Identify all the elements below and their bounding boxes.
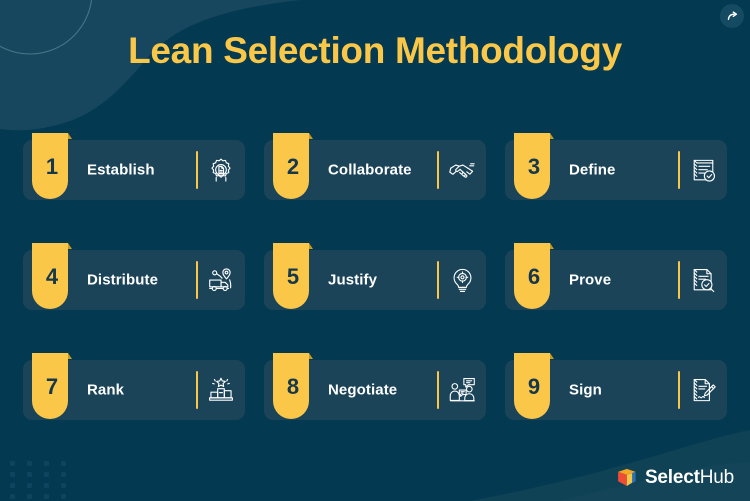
checklist-check-icon <box>686 153 720 187</box>
step-number-badge: 2 <box>273 133 313 199</box>
step-number: 3 <box>527 154 541 179</box>
step-card-6[interactable]: Prove 6 <box>505 243 727 310</box>
step-number: 7 <box>45 374 59 399</box>
step-divider <box>678 371 680 409</box>
logo-hub-word: Hub <box>699 467 734 488</box>
people-discussion-icon <box>445 373 479 407</box>
document-pen-icon <box>686 373 720 407</box>
step-divider <box>437 261 439 299</box>
step-number-badge: 6 <box>514 243 554 309</box>
step-label: Negotiate <box>328 381 398 399</box>
step-label: Justify <box>328 271 378 289</box>
step-card-5[interactable]: Justify 5 <box>264 243 486 310</box>
step-number-badge: 3 <box>514 133 554 199</box>
selecthub-cube-icon <box>618 468 636 486</box>
selecthub-logo-text: SelectHub <box>645 467 734 489</box>
step-label: Collaborate <box>328 161 412 179</box>
handshake-icon <box>445 153 479 187</box>
step-card-8[interactable]: Negotiate 8 <box>264 353 486 420</box>
steps-grid: Establish 1 Collaborate 2 Define 3 Distr… <box>23 133 727 420</box>
step-label: Define <box>569 161 616 179</box>
step-divider <box>437 371 439 409</box>
step-number: 5 <box>286 264 300 289</box>
step-card-9[interactable]: Sign 9 <box>505 353 727 420</box>
dot-grid-decoration <box>10 461 66 499</box>
step-number: 4 <box>45 264 59 289</box>
step-number: 9 <box>527 374 541 399</box>
share-button[interactable] <box>720 4 744 28</box>
step-number-badge: 5 <box>273 243 313 309</box>
delivery-truck-map-pin-icon <box>204 263 238 297</box>
step-number: 8 <box>286 374 300 399</box>
logo-select-word: Select <box>644 467 700 488</box>
step-number-badge: 8 <box>273 353 313 419</box>
step-label: Sign <box>569 381 602 399</box>
step-card-1[interactable]: Establish 1 <box>23 133 245 200</box>
step-number-badge: 7 <box>32 353 72 419</box>
lightbulb-target-icon <box>445 263 479 297</box>
step-number: 6 <box>527 264 541 289</box>
step-label: Establish <box>87 161 155 179</box>
step-divider <box>196 261 198 299</box>
step-divider <box>678 261 680 299</box>
selecthub-logo[interactable]: SelectHub <box>616 467 734 489</box>
step-label: Prove <box>569 271 612 289</box>
step-divider <box>196 371 198 409</box>
gear-document-icon <box>204 153 238 187</box>
step-number-badge: 9 <box>514 353 554 419</box>
podium-star-icon <box>204 373 238 407</box>
step-number-badge: 1 <box>32 133 72 199</box>
share-arrow-icon <box>727 10 737 20</box>
document-magnifier-icon <box>686 263 720 297</box>
step-card-3[interactable]: Define 3 <box>505 133 727 200</box>
step-divider <box>678 151 680 189</box>
bottom-right-wave-shape-2 <box>470 430 750 501</box>
page-title: Lean Selection Methodology <box>128 30 622 71</box>
step-number: 1 <box>45 154 59 179</box>
step-label: Rank <box>87 381 125 399</box>
step-divider <box>437 151 439 189</box>
step-card-7[interactable]: Rank 7 <box>23 353 245 420</box>
step-number-badge: 4 <box>32 243 72 309</box>
step-card-4[interactable]: Distribute 4 <box>23 243 245 310</box>
step-label: Distribute <box>87 271 159 289</box>
step-divider <box>196 151 198 189</box>
step-number: 2 <box>286 154 300 179</box>
step-card-2[interactable]: Collaborate 2 <box>264 133 486 200</box>
